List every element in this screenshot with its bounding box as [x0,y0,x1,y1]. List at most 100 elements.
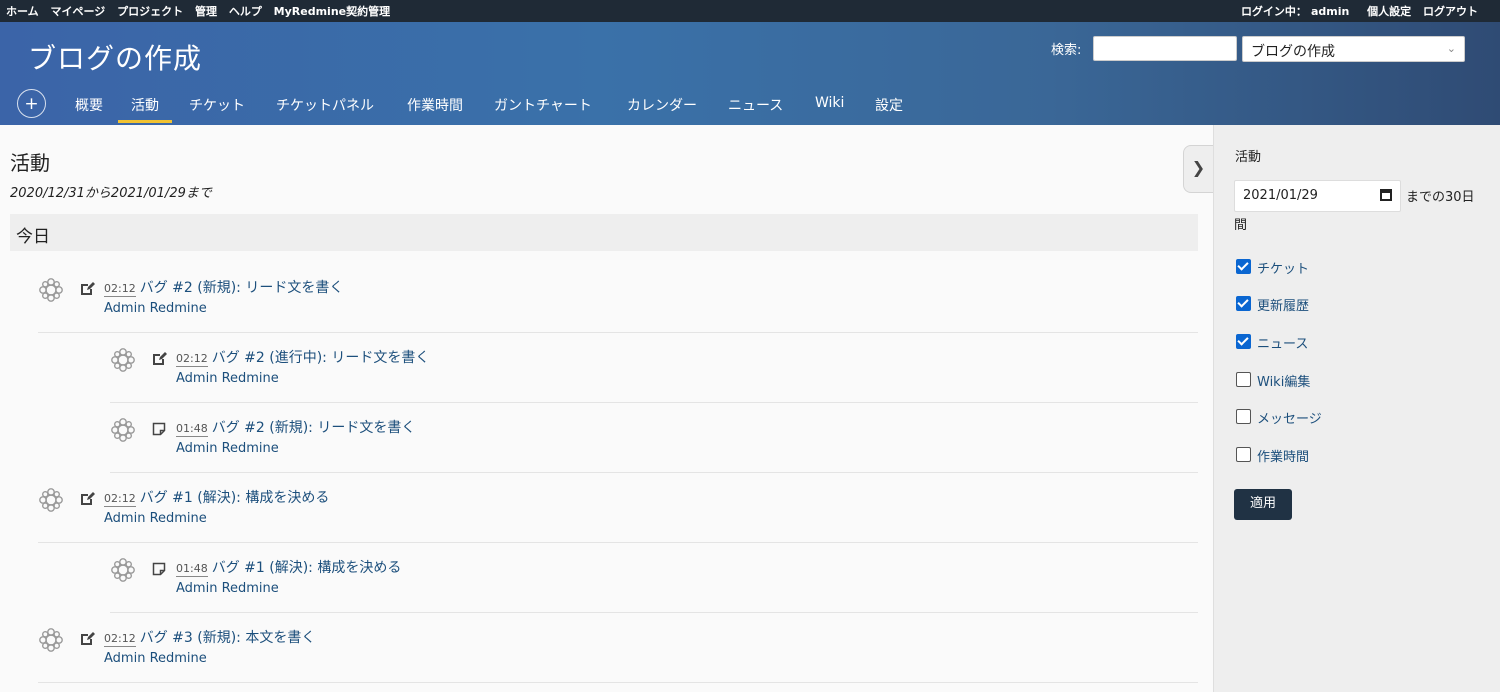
edit-icon [79,491,95,507]
divider [38,682,1198,683]
activity-author[interactable]: Admin Redmine [176,371,279,386]
activity-entry: 02:12 バグ #2 (進行中): リード文を書く Admin Redmine [110,343,1198,403]
activity-link[interactable]: 02:12 バグ #2 (新規): リード文を書く [104,277,343,297]
search-label: 検索: [1051,43,1082,58]
sidebar-title: 活動 [1235,150,1262,165]
chevron-down-icon: ⌄ [1446,42,1456,55]
chevron-right-icon: ❯ [1191,158,1206,177]
checkbox[interactable] [1236,334,1251,349]
tab-issues[interactable]: チケット [189,95,245,115]
activity-time: 01:48 [176,422,208,437]
tab-gantt[interactable]: ガントチャート [494,95,592,115]
checkbox[interactable] [1236,409,1251,424]
project-title: ブログの作成 [28,42,203,75]
top-link-projects[interactable]: プロジェクト [117,5,183,18]
avatar [38,487,64,513]
avatar [38,627,64,653]
top-link-my-page[interactable]: マイページ [51,5,106,18]
activity-author[interactable]: Admin Redmine [104,511,207,526]
sidebar-toggle-button[interactable]: ❯ [1183,145,1213,193]
sidebar: 活動 2021/01/29 までの30日 間 チケット 更新履歴 ニュース Wiki編… [1213,125,1500,692]
activity-title[interactable]: バグ #1 (解決): 構成を決める [140,490,330,506]
activity-entry: 02:12 バグ #3 (新規): 本文を書く Admin Redmine [38,623,1198,683]
activity-entry: 01:48 バグ #1 (解決): 構成を決める Admin Redmine [110,553,1198,613]
logged-in-user[interactable]: admin [1311,5,1349,18]
activity-link[interactable]: 01:48 バグ #1 (解決): 構成を決める [176,557,401,577]
my-account-link[interactable]: 個人設定 [1367,5,1411,18]
activity-link[interactable]: 02:12 バグ #2 (進行中): リード文を書く [176,347,429,367]
tab-news[interactable]: ニュース [728,95,783,115]
day-header: 今日 [10,214,1198,251]
checkbox[interactable] [1236,259,1251,274]
calendar-icon[interactable] [1380,189,1392,201]
avatar [38,277,64,303]
filter-label[interactable]: チケット [1257,258,1309,277]
activity-author[interactable]: Admin Redmine [104,301,207,316]
top-link-admin[interactable]: 管理 [195,5,217,18]
avatar [110,347,136,373]
activity-time: 02:12 [104,632,136,647]
checkbox[interactable] [1236,296,1251,311]
divider [110,612,1198,613]
activity-link[interactable]: 02:12 バグ #1 (解決): 構成を決める [104,487,329,507]
logged-in-label: ログイン中： [1240,5,1307,18]
filter-label[interactable]: メッセージ [1257,408,1322,427]
tab-issue-panel[interactable]: チケットパネル [276,95,374,115]
tab-wiki[interactable]: Wiki [815,95,844,111]
main-content: 活動 2020/12/31から2021/01/29まで 今日 02:12 バグ #… [0,125,1213,692]
activity-title[interactable]: バグ #2 (進行中): リード文を書く [212,350,430,366]
date-value: 2021/01/29 [1243,188,1318,203]
days-suffix-wrap: 間 [1234,218,1248,233]
tab-calendar[interactable]: カレンダー [627,95,697,115]
main-menu: + 概要 活動 チケット チケットパネル 作業時間 ガントチャート カレンダー … [0,86,1210,125]
divider [38,332,1198,333]
activity-time: 02:12 [176,352,208,367]
activity-time: 02:12 [104,492,136,507]
activity-link[interactable]: 01:48 バグ #2 (新規): リード文を書く [176,417,415,437]
divider [110,472,1198,473]
activity-title[interactable]: バグ #2 (新規): リード文を書く [140,280,344,296]
filter-label[interactable]: 作業時間 [1257,446,1309,465]
top-menu-left: ホーム マイページ プロジェクト 管理 ヘルプ MyRedmine契約管理 [6,3,398,19]
avatar [110,557,136,583]
edit-icon [151,351,167,367]
project-jump-select[interactable]: ブログの作成 ⌄ [1242,36,1465,62]
filter-label[interactable]: ニュース [1257,333,1308,352]
checkbox[interactable] [1236,372,1251,387]
activity-author[interactable]: Admin Redmine [176,581,279,596]
tab-activity[interactable]: 活動 [118,95,172,123]
tab-settings[interactable]: 設定 [875,95,903,115]
activity-entry: 02:12 バグ #2 (新規): リード文を書く Admin Redmine [38,273,1198,333]
top-link-home[interactable]: ホーム [6,5,39,18]
filter-label[interactable]: 更新履歴 [1257,295,1309,314]
top-link-contracts[interactable]: MyRedmine契約管理 [274,5,390,18]
tab-time-entries[interactable]: 作業時間 [407,95,463,115]
project-header: ブログの作成 検索: ブログの作成 ⌄ + 概要 活動 チケット チケットパネル… [0,22,1500,125]
divider [38,542,1198,543]
activity-author[interactable]: Admin Redmine [176,441,279,456]
activity-title[interactable]: バグ #3 (新規): 本文を書く [140,630,316,646]
activity-author[interactable]: Admin Redmine [104,651,207,666]
edit-icon [79,281,95,297]
page-title: 活動 [10,151,50,175]
activity-title[interactable]: バグ #1 (解決): 構成を決める [212,560,402,576]
edit-icon [79,631,95,647]
logout-link[interactable]: ログアウト [1423,5,1478,18]
activity-link[interactable]: 02:12 バグ #3 (新規): 本文を書く [104,627,315,647]
date-range: 2020/12/31から2021/01/29まで [10,186,212,201]
divider [110,402,1198,403]
filter-label[interactable]: Wiki編集 [1257,371,1310,390]
checkbox[interactable] [1236,447,1251,462]
activity-time: 02:12 [104,282,136,297]
date-input[interactable]: 2021/01/29 [1234,180,1401,212]
tab-overview[interactable]: 概要 [75,95,103,115]
apply-button[interactable]: 適用 [1234,489,1292,520]
activity-entry: 02:12 バグ #1 (解決): 構成を決める Admin Redmine [38,483,1198,543]
search-input[interactable] [1093,36,1237,61]
new-object-button[interactable]: + [17,89,46,118]
day-label: 今日 [16,227,50,247]
activity-title[interactable]: バグ #2 (新規): リード文を書く [212,420,416,436]
top-menu: ホーム マイページ プロジェクト 管理 ヘルプ MyRedmine契約管理 ログ… [0,0,1500,22]
avatar [110,417,136,443]
top-link-help[interactable]: ヘルプ [229,5,262,18]
